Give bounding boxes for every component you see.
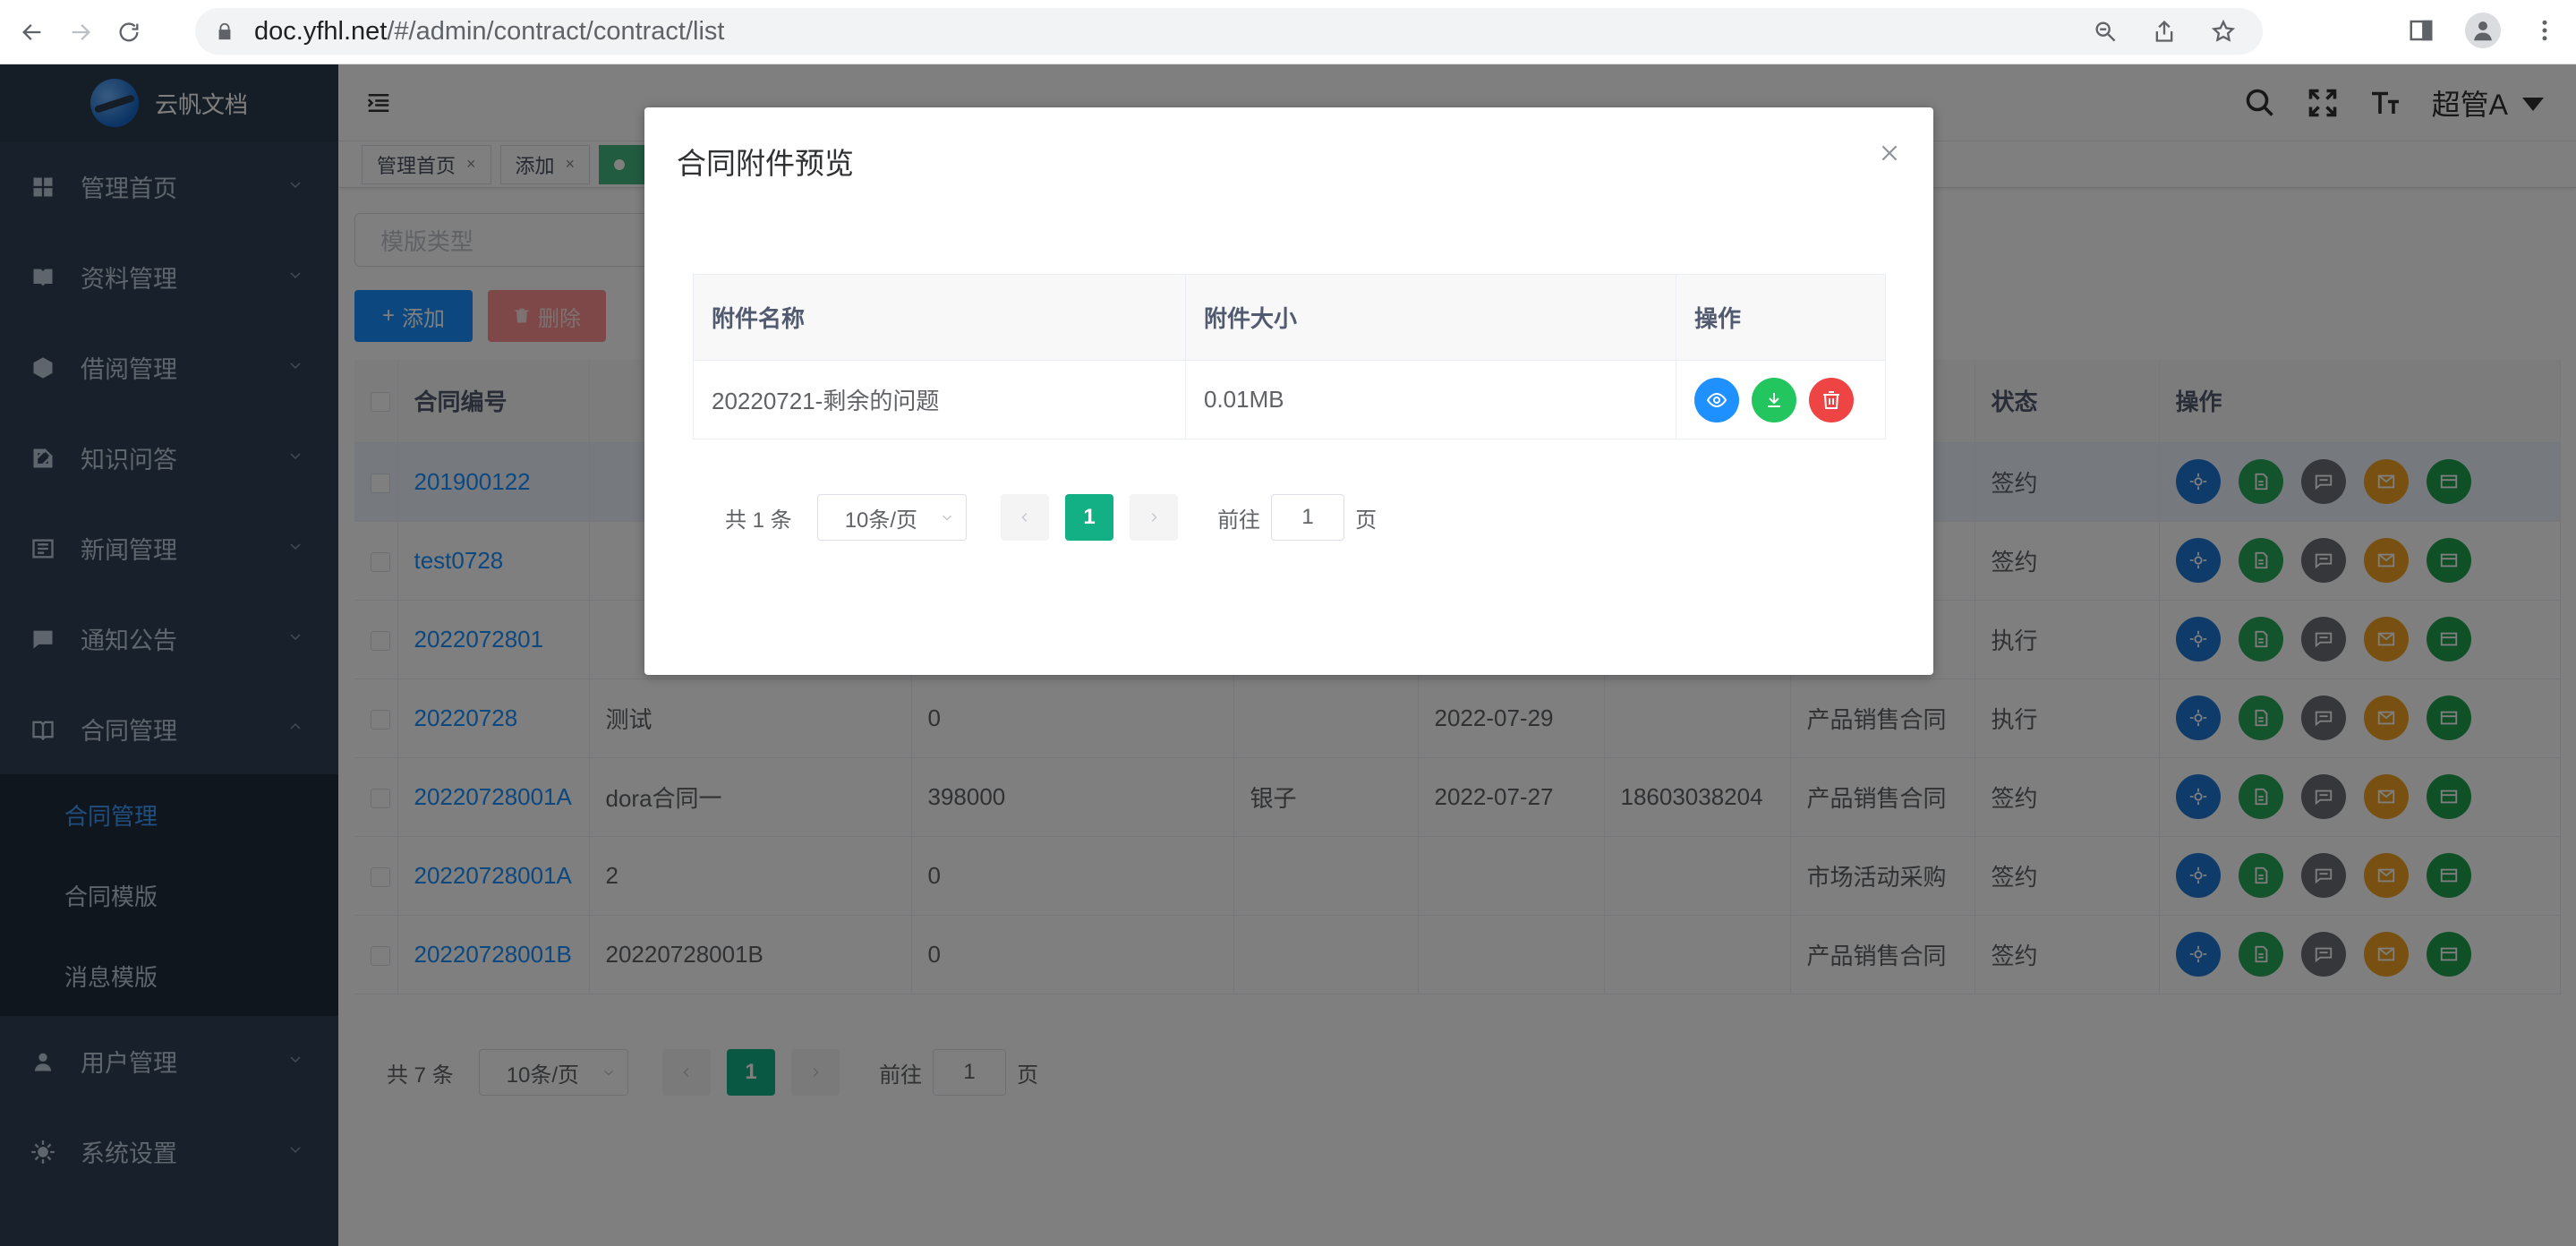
share-icon[interactable] <box>2152 19 2177 44</box>
profile-icon[interactable] <box>2465 13 2501 48</box>
zoom-icon[interactable] <box>2093 19 2118 44</box>
more-menu-icon[interactable] <box>2531 17 2558 44</box>
dialog-pagination: 共 1 条 10条/页 1 前往 1 页 <box>725 494 1377 541</box>
chevron-down-icon <box>943 515 951 521</box>
download-button[interactable] <box>1752 377 1796 422</box>
url-text: doc.yfhl.net/#/admin/contract/contract/l… <box>254 16 725 46</box>
next-page-button[interactable] <box>1130 494 1179 541</box>
side-panel-icon[interactable] <box>2408 17 2435 44</box>
attachment-size: 0.01MB <box>1185 360 1676 440</box>
chevron-right-icon <box>1151 513 1157 522</box>
attachment-actions <box>1676 360 1886 440</box>
page-size-select[interactable]: 10条/页 <box>816 494 968 541</box>
attachment-preview-dialog: 合同附件预览 附件名称 附件大小 操作 20220721-剩余的问题 0.01M… <box>644 107 1933 675</box>
trash-icon <box>1823 390 1839 409</box>
preview-button[interactable] <box>1694 377 1739 422</box>
address-bar[interactable]: doc.yfhl.net/#/admin/contract/contract/l… <box>195 8 2263 55</box>
close-icon[interactable] <box>1878 141 1901 165</box>
dialog-title: 合同附件预览 <box>677 147 854 180</box>
forward-icon[interactable] <box>64 16 97 48</box>
column-header: 附件名称 <box>693 274 1186 361</box>
table-row: 20220721-剩余的问题 0.01MB <box>693 360 1886 440</box>
goto-page-input[interactable]: 1 <box>1271 494 1345 541</box>
reload-icon[interactable] <box>113 16 145 48</box>
page-size-value: 10条/页 <box>844 508 918 533</box>
download-icon <box>1768 392 1780 407</box>
attachment-table: 附件名称 附件大小 操作 20220721-剩余的问题 0.01MB <box>693 274 1886 440</box>
eye-icon <box>1706 392 1727 407</box>
attachment-name: 20220721-剩余的问题 <box>693 360 1186 440</box>
bookmark-star-icon[interactable] <box>2211 19 2236 44</box>
page-number-button[interactable]: 1 <box>1065 494 1114 541</box>
chevron-left-icon <box>1021 513 1028 522</box>
delete-attachment-button[interactable] <box>1809 377 1854 422</box>
back-icon[interactable] <box>16 16 48 48</box>
prev-page-button[interactable] <box>1001 494 1050 541</box>
browser-toolbar: doc.yfhl.net/#/admin/contract/contract/l… <box>0 0 2576 64</box>
column-header: 操作 <box>1676 274 1886 361</box>
goto-label: 前往 <box>1217 508 1261 533</box>
page-unit-label: 页 <box>1355 508 1378 533</box>
lock-icon <box>218 22 231 40</box>
total-count: 共 1 条 <box>725 508 792 533</box>
column-header: 附件大小 <box>1185 274 1676 361</box>
table-header-row: 附件名称 附件大小 操作 <box>693 274 1886 361</box>
